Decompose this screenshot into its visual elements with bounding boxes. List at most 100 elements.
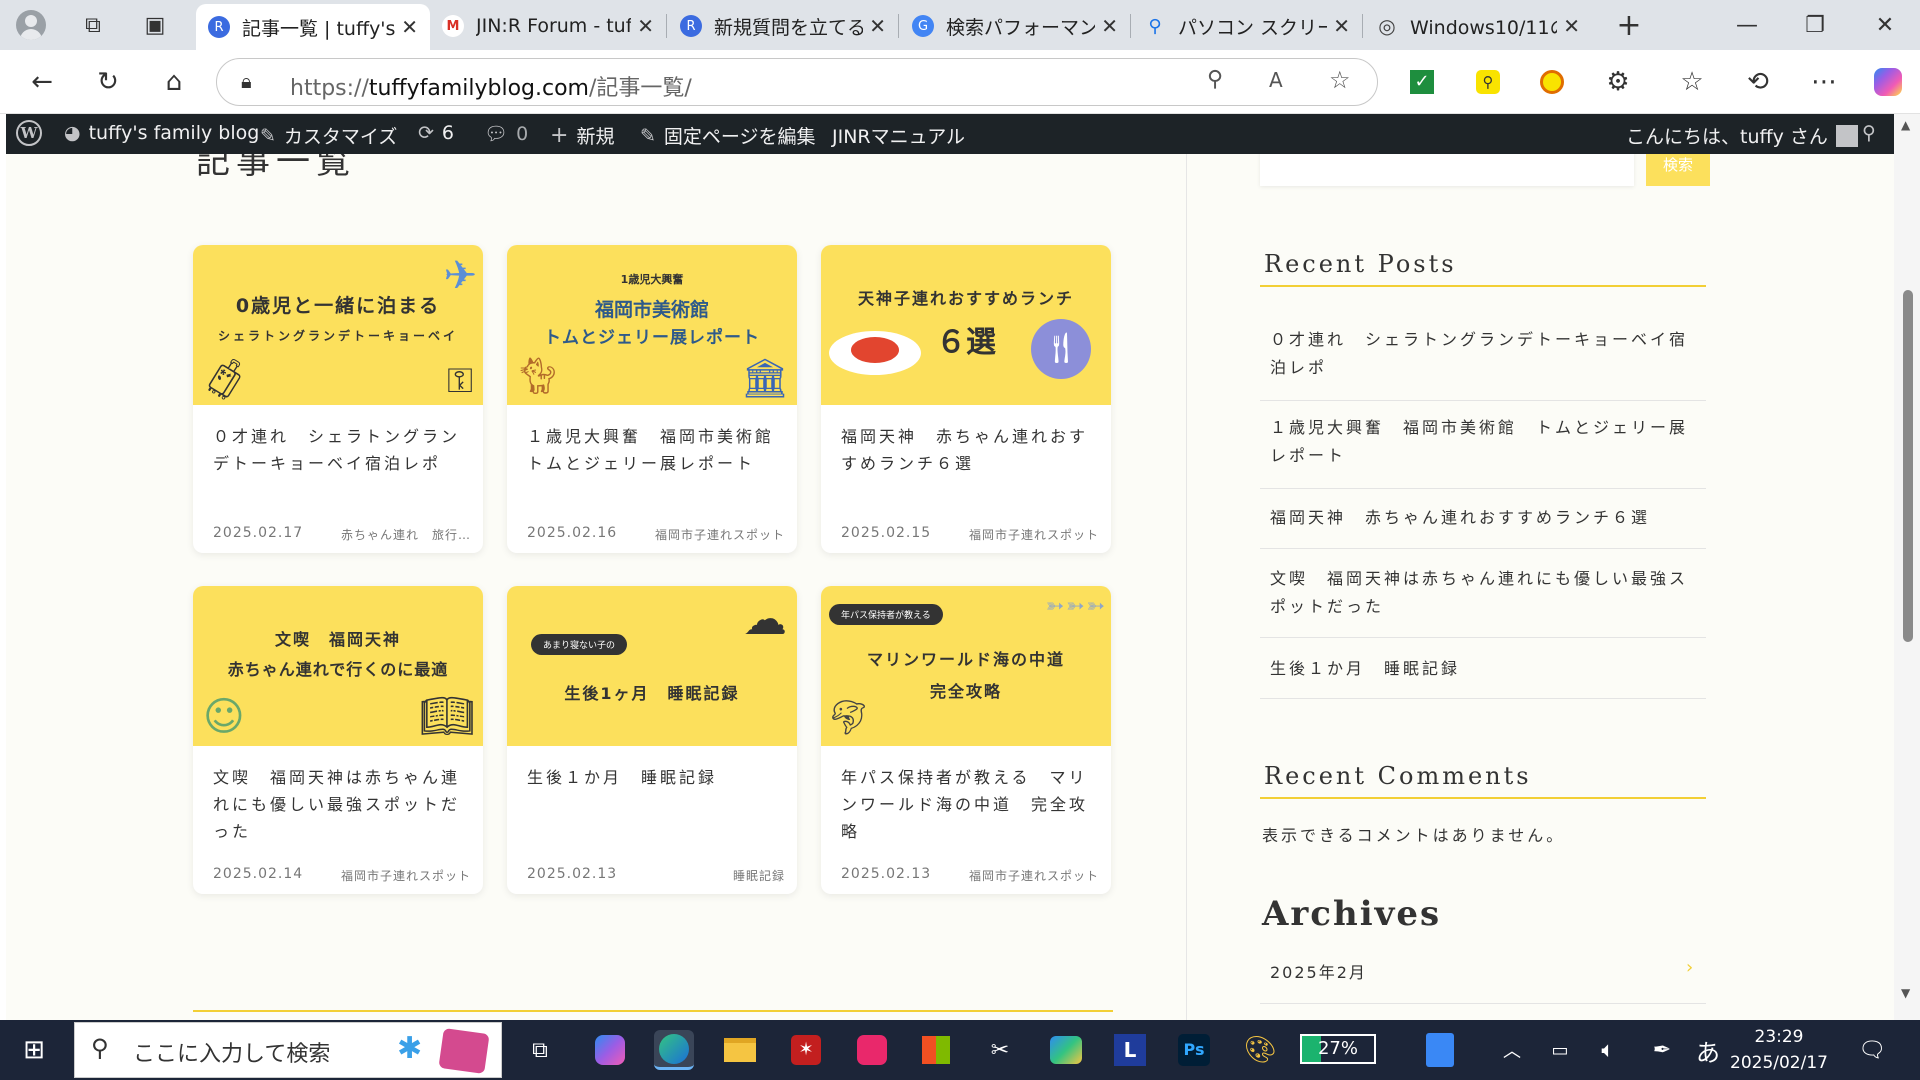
tab-windows[interactable]: ◎ Windows10/11の ✕ [1364,6,1592,46]
close-tab-icon[interactable]: ✕ [1563,14,1580,38]
address-bar[interactable]: 🔒︎ https://tuffyfamilyblog.com/記事一覧/ ⚲ A… [216,58,1378,106]
updates-link[interactable]: ⟳ 6 [418,122,454,144]
tab-articles[interactable]: R 記事一覧 | tuffy's ✕ [196,4,430,50]
post-card[interactable]: 天神子連れおすすめランチ ６選 🍴︎ 福岡天神 赤ちゃん連れおすすめランチ６選 … [821,245,1111,553]
scrollbar-thumb[interactable] [1903,290,1913,642]
show-hidden-icons-icon[interactable]: ︿ [1492,1030,1532,1070]
site-name-link[interactable]: ◕ tuffy's family blog [64,122,259,144]
home-icon[interactable]: ⌂ [156,64,192,100]
account-menu[interactable]: こんにちは、tuffy さん [1626,122,1858,149]
ime-indicator[interactable]: あ [1688,1030,1728,1070]
favicon-r-icon: R [680,15,702,37]
page-scrollbar[interactable]: ▲ ▼ [1894,114,1920,1020]
zoom-icon[interactable]: ⚲ [1207,67,1223,92]
close-tab-icon[interactable]: ✕ [869,14,886,38]
sidebar-search-button[interactable]: 検索 [1646,154,1710,186]
profile-avatar-icon[interactable] [16,10,46,40]
edit-page-link[interactable]: ✎ 固定ページを編集 [640,122,816,149]
tab-forum[interactable]: M JIN:R Forum - tuffy ✕ [430,6,666,46]
scroll-up-arrow-icon[interactable]: ▲ [1901,118,1910,132]
post-category[interactable]: 福岡市子連れスポット [341,867,471,884]
battery-indicator[interactable]: 27% [1300,1034,1376,1064]
post-card[interactable]: 1歳児大興奮 福岡市美術館 トムとジェリー展レポート 🐈︎ 🏛︎ １歳児大興奮 … [507,245,797,553]
line-l-icon[interactable]: L [1110,1030,1150,1070]
close-tab-icon[interactable]: ✕ [401,15,418,39]
post-title[interactable]: 福岡天神 赤ちゃん連れおすすめランチ６選 [841,423,1095,477]
comments-link[interactable]: 💬︎ 0 [484,122,528,146]
new-tab-icon[interactable]: + [1614,8,1644,43]
post-title[interactable]: 文喫 福岡天神は赤ちゃん連れにも優しい最強スポットだった [213,764,467,845]
close-window-icon[interactable]: ✕ [1870,10,1900,40]
post-title[interactable]: ０才連れ シェラトングランデトーキョーベイ宿泊レポ [213,423,467,477]
post-category[interactable]: 睡眠記録 [733,867,785,884]
store-icon[interactable] [916,1030,956,1070]
snipping-tool-icon[interactable]: ✂ [980,1030,1020,1070]
taskbar-clock[interactable]: 23:29 2025/02/17 [1724,1024,1834,1076]
minimize-icon[interactable]: — [1732,10,1762,40]
post-category[interactable]: 福岡市子連れスポット [969,526,1099,543]
taskbar-search-box[interactable]: ⚲ ここに入力して検索 ✱ [74,1022,502,1078]
windows-start-icon[interactable]: ⊞ [14,1030,54,1070]
tab-new-question[interactable]: R 新規質問を立てる ✕ [668,6,898,46]
post-category[interactable]: 福岡市子連れスポット [655,526,785,543]
back-icon[interactable]: ← [24,64,60,100]
recent-post-link[interactable]: １歳児大興奮 福岡市美術館 トムとジェリー展レポート [1270,414,1700,470]
acrobat-icon[interactable]: ✶ [786,1030,826,1070]
extension-check-icon[interactable]: ✓ [1404,64,1440,100]
extensions-puzzle-icon[interactable]: ⚙ [1600,64,1636,100]
tab-screenshot-search[interactable]: ⚲ パソコン スクリーンシ ✕ [1132,6,1362,46]
post-category[interactable]: 福岡市子連れスポット [969,867,1099,884]
creative-cloud-icon[interactable] [852,1030,892,1070]
extension-search-icon[interactable]: ⚲ [1470,64,1506,100]
post-title[interactable]: １歳児大興奮 福岡市美術館 トムとジェリー展レポート [527,423,790,477]
copilot-app-icon[interactable] [590,1030,630,1070]
battery-status-icon[interactable]: ▭ [1540,1030,1580,1070]
customize-link[interactable]: ✎ カスタマイズ [260,122,397,149]
new-content-link[interactable]: + 新規 [550,122,614,149]
file-explorer-icon[interactable] [720,1030,760,1070]
close-tab-icon[interactable]: ✕ [637,14,654,38]
recent-post-link[interactable]: 福岡天神 赤ちゃん連れおすすめランチ６選 [1270,504,1700,532]
task-view-icon[interactable]: ⧉ [520,1030,560,1070]
volume-icon[interactable]: 🔈︎ [1588,1030,1628,1070]
recent-post-link[interactable]: 生後１か月 睡眠記録 [1270,655,1700,683]
restore-icon[interactable]: ❐ [1800,10,1830,40]
wordpress-logo-icon[interactable]: W [16,120,42,146]
extension-yellow-icon[interactable] [1534,64,1570,100]
jinr-manual-link[interactable]: JINRマニュアル [832,122,965,149]
post-card[interactable]: 0歳児と一緒に泊まる シェラトングランデトーキョーベイ ✈ 🧳︎ ⚿ ０才連れ … [193,245,483,553]
notepad-icon[interactable] [1420,1030,1460,1070]
workspaces-icon[interactable]: ⧉ [78,10,108,40]
post-title[interactable]: 年パス保持者が教える マリンワールド海の中道 完全攻略 [841,764,1095,845]
post-card[interactable]: あまり寝ない子の 生後1ヶ月 睡眠記録 ☁ 生後１か月 睡眠記録 2025.02… [507,586,797,894]
history-icon[interactable]: ⟲ [1740,64,1776,100]
vertical-tabs-icon[interactable]: ▣ [140,10,170,40]
post-title[interactable]: 生後１か月 睡眠記録 [527,764,781,791]
recent-post-link[interactable]: 文喫 福岡天神は赤ちゃん連れにも優しい最強スポットだった [1270,565,1700,621]
favorite-star-icon[interactable]: ☆ [1329,66,1351,94]
m365-icon[interactable] [1046,1030,1086,1070]
sidebar-search-input[interactable] [1260,154,1634,186]
admin-search-icon[interactable]: ⚲ [1862,122,1876,144]
lock-icon[interactable]: 🔒︎ [241,69,252,93]
more-menu-icon[interactable]: ⋯ [1806,64,1842,100]
scroll-down-arrow-icon[interactable]: ▼ [1901,986,1910,1000]
favorites-icon[interactable]: ☆ [1674,64,1710,100]
refresh-icon[interactable]: ↻ [90,64,126,100]
pen-icon[interactable]: ✒ [1642,1030,1682,1070]
tab-search-performance[interactable]: G 検索パフォーマンス ✕ [900,6,1130,46]
close-tab-icon[interactable]: ✕ [1101,14,1118,38]
address-toolbar: ← ↻ ⌂ 🔒︎ https://tuffyfamilyblog.com/記事一… [0,50,1920,114]
post-card[interactable]: 年パス保持者が教える マリンワールド海の中道 完全攻略 ➳➳➳ 🐬︎ 年パス保持… [821,586,1111,894]
copilot-icon[interactable] [1870,64,1906,100]
archive-link[interactable]: 2025年2月 [1270,959,1700,987]
close-tab-icon[interactable]: ✕ [1333,14,1350,38]
recent-post-link[interactable]: ０才連れ シェラトングランデトーキョーベイ宿泊レポ [1270,326,1700,382]
notifications-icon[interactable]: 🗨︎ [1852,1030,1892,1070]
read-aloud-icon[interactable]: A [1269,68,1283,92]
post-category[interactable]: 赤ちゃん連れ 旅行… [341,526,471,543]
post-card[interactable]: 文喫 福岡天神 赤ちゃん連れで行くのに最適 ☺ 📖︎ 文喫 福岡天神は赤ちゃん連… [193,586,483,894]
photoshop-icon[interactable]: Ps [1174,1030,1214,1070]
edge-browser-icon[interactable] [654,1030,694,1070]
paint-icon[interactable]: 🎨︎ [1240,1030,1280,1070]
